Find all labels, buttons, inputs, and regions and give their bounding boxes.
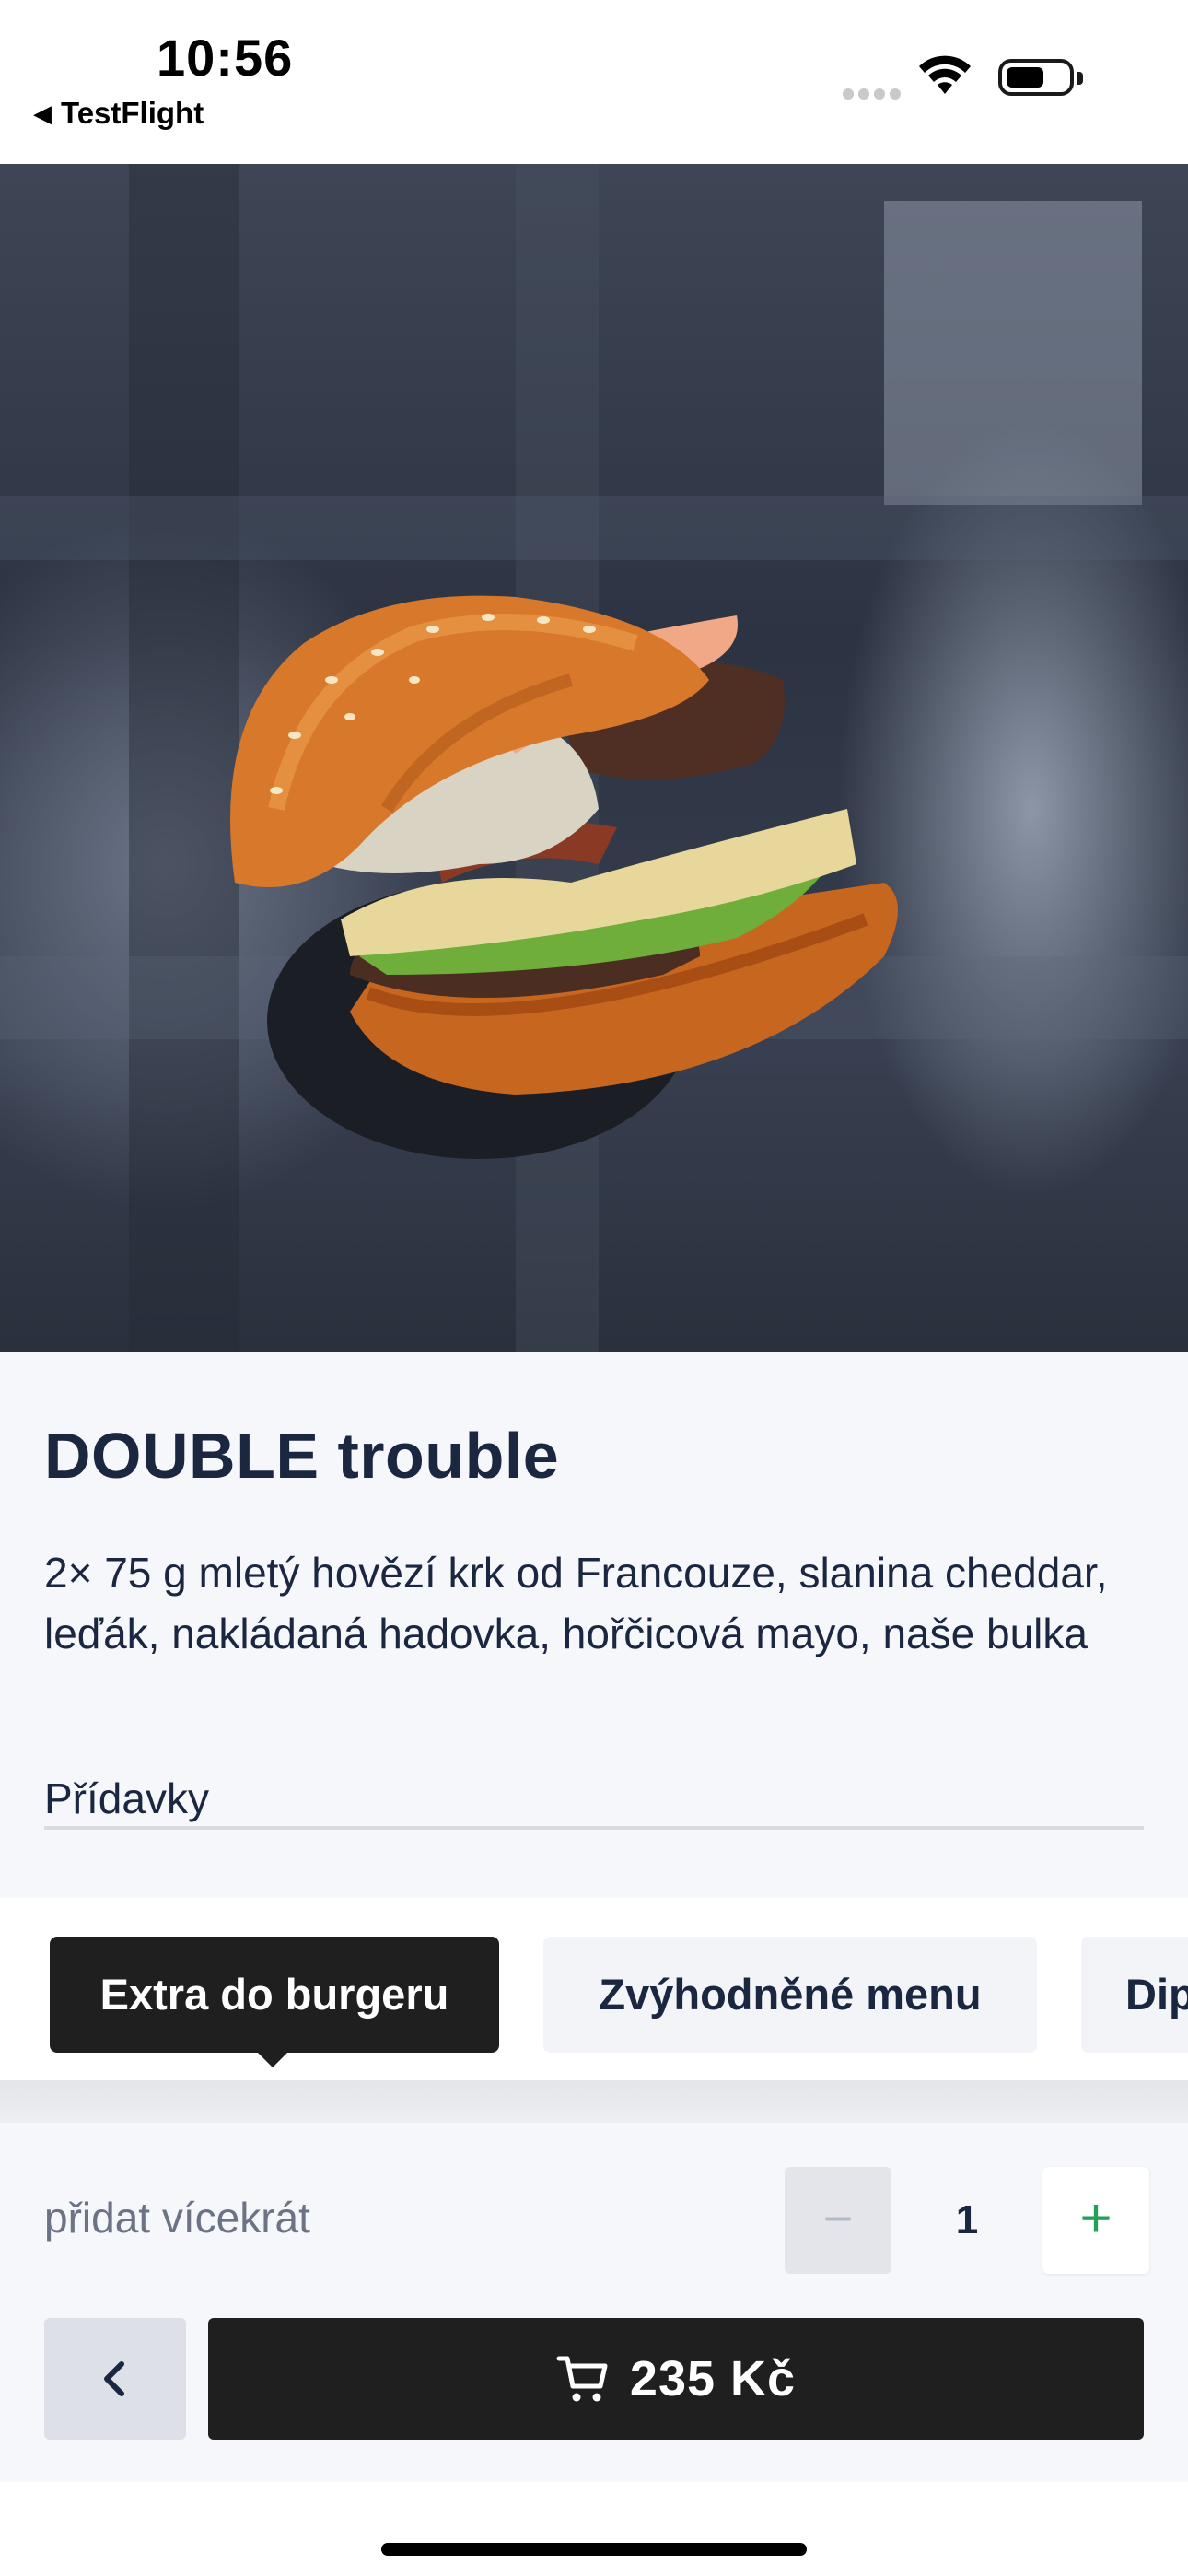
product-description: 2× 75 g mletý hovězí krk od Francouze, s… [44, 1549, 1108, 1657]
burger-photo [0, 164, 1188, 1352]
quantity-decrease-button[interactable]: − [785, 2167, 891, 2274]
active-tab-pointer [258, 2053, 287, 2067]
tabs-shadow [0, 2080, 1188, 2123]
add-to-cart-button[interactable]: 235 Kč [208, 2318, 1144, 2440]
back-app-label: TestFlight [61, 96, 204, 130]
status-bar: 10:56 ◀ TestFlight [0, 0, 1188, 164]
product-title: DOUBLE trouble [44, 1420, 560, 1492]
chevron-left-icon [104, 2361, 124, 2396]
quantity-increase-button[interactable]: + [1042, 2167, 1149, 2274]
product-image [0, 164, 1188, 1352]
addon-tabs: Extra do burgeru Zvýhodněné menu Dip [0, 1898, 1188, 2080]
back-button[interactable] [44, 2318, 186, 2440]
addons-heading: Přídavky [44, 1774, 209, 1822]
home-indicator[interactable] [381, 2543, 807, 2556]
signal-icon [843, 88, 905, 104]
quantity-value: 1 [955, 2197, 979, 2242]
cart-icon [556, 2356, 608, 2402]
tab-label: Zvýhodněné menu [599, 1970, 982, 2019]
wifi-icon [919, 55, 971, 94]
battery-icon [998, 59, 1083, 96]
cart-price: 235 Kč [629, 2351, 797, 2406]
tab-extra-do-burgeru[interactable]: Extra do burgeru [50, 1937, 499, 2067]
quantity-label: přidat vícekrát [44, 2194, 310, 2242]
tab-zvyhodnene-menu[interactable]: Zvýhodněné menu [543, 1937, 1037, 2053]
tab-label: Dip [1125, 1970, 1188, 2019]
back-triangle-icon: ◀ [33, 100, 52, 127]
addons-divider [44, 1826, 1144, 1830]
tab-label: Extra do burgeru [99, 1970, 449, 2019]
back-to-app-link[interactable]: ◀ TestFlight [33, 96, 204, 131]
tab-dip[interactable]: Dip [1081, 1937, 1188, 2053]
status-time: 10:56 [157, 29, 294, 87]
